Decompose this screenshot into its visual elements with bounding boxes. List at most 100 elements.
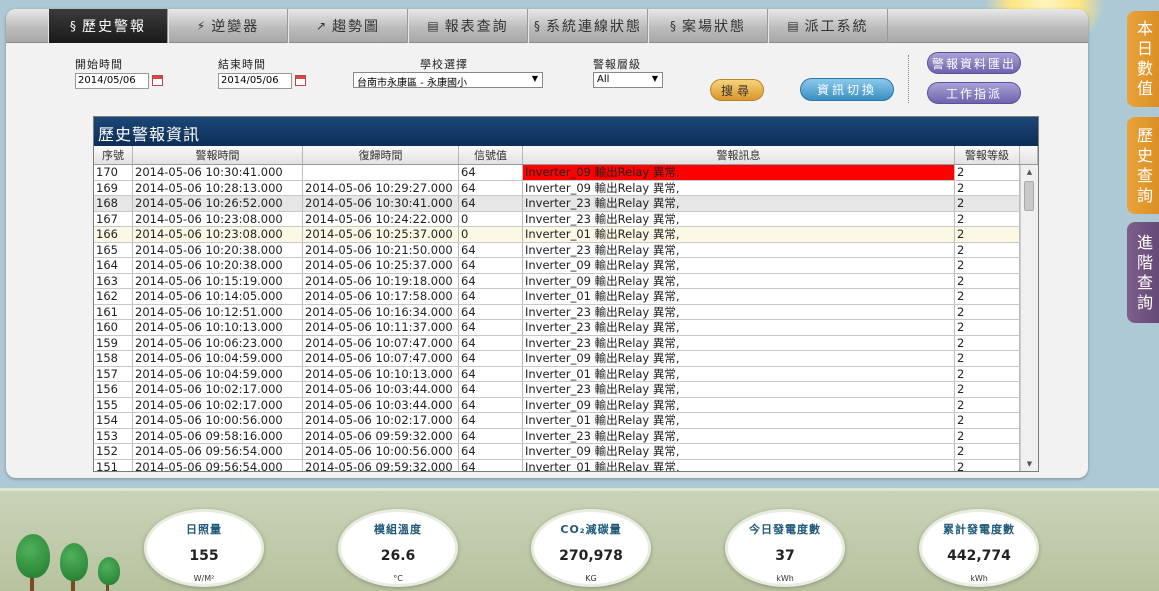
start-date-input[interactable]: 2014/05/06 (75, 73, 149, 89)
table-row[interactable]: 157 2014-05-06 10:04:59.000 2014-05-06 10:… (94, 366, 1021, 382)
table-cell: 159 (94, 335, 133, 350)
export-alarm-button[interactable]: 警報資料匯出 (927, 52, 1021, 74)
table-row[interactable]: 166 2014-05-06 10:23:08.000 2014-05-06 10:… (94, 227, 1021, 243)
table-cell: 2 (955, 335, 1020, 350)
trend-chart-icon: ↗ (315, 19, 329, 33)
alarm-level-value: All (597, 74, 610, 85)
side-tab-char: 詢 (1136, 292, 1153, 312)
table-cell: 2014-05-06 10:14:05.000 (133, 289, 303, 304)
side-tab-char: 日 (1136, 39, 1153, 58)
table-row[interactable]: 155 2014-05-06 10:02:17.000 2014-05-06 10:… (94, 397, 1021, 413)
table-row[interactable]: 162 2014-05-06 10:14:05.000 2014-05-06 10:… (94, 289, 1021, 305)
table-row[interactable]: 168 2014-05-06 10:26:52.000 2014-05-06 10:… (94, 196, 1021, 212)
table-row[interactable]: 160 2014-05-06 10:10:13.000 2014-05-06 10:… (94, 320, 1021, 336)
header-level[interactable]: 警報等級 (955, 146, 1020, 164)
table-cell: 156 (94, 382, 133, 397)
table-row[interactable]: 152 2014-05-06 09:56:54.000 2014-05-06 10:… (94, 444, 1021, 460)
scroll-up-icon[interactable]: ▲ (1021, 165, 1038, 179)
info-switch-button[interactable]: 資訊切換 (800, 78, 894, 101)
table-cell: 164 (94, 258, 133, 273)
table-cell: 168 (94, 196, 133, 211)
calendar-icon[interactable] (295, 75, 306, 86)
table-row[interactable]: 163 2014-05-06 10:15:19.000 2014-05-06 10:… (94, 273, 1021, 289)
side-tab-advanced-query[interactable]: 進 階 查 詢 (1127, 222, 1159, 323)
table-cell: 2 (955, 304, 1020, 319)
table-cell: 151 (94, 459, 133, 471)
table-cell: 64 (459, 289, 523, 304)
table-cell: 2014-05-06 10:02:17.000 (133, 382, 303, 397)
main-panel: § 歷史警報 ⚡ 逆變器 ↗ 趨勢圖 ▤ 報表查詢 § 系統連線狀態 § 案場狀… (6, 9, 1088, 478)
table-cell: Inverter_01 輸出Relay 異常, (523, 289, 955, 304)
tab-alarm-history[interactable]: § 歷史警報 (48, 9, 168, 43)
tab-trend[interactable]: ↗ 趨勢圖 (288, 9, 408, 43)
table-row[interactable]: 167 2014-05-06 10:23:08.000 2014-05-06 10:… (94, 211, 1021, 227)
table-row[interactable]: 159 2014-05-06 10:06:23.000 2014-05-06 10:… (94, 335, 1021, 351)
table-cell: 152 (94, 444, 133, 459)
search-button[interactable]: 搜尋 (710, 79, 764, 101)
table-row[interactable]: 156 2014-05-06 10:02:17.000 2014-05-06 10:… (94, 382, 1021, 398)
tab-inverter[interactable]: ⚡ 逆變器 (168, 9, 288, 43)
side-tab-today-values[interactable]: 本 日 數 值 (1127, 11, 1159, 107)
header-reset-time[interactable]: 復歸時間 (303, 146, 459, 164)
gauge-total-generation: 累計發電度數 442,774 kWh (919, 509, 1039, 587)
table-cell: Inverter_23 輸出Relay 異常, (523, 428, 955, 443)
table-cell: 2014-05-06 10:17:58.000 (303, 289, 459, 304)
calendar-icon[interactable] (152, 75, 163, 86)
table-cell: 2014-05-06 10:26:52.000 (133, 196, 303, 211)
gauge-value: 26.6 (380, 548, 416, 564)
table-cell: 2014-05-06 10:12:51.000 (133, 304, 303, 319)
tab-label: 逆變器 (211, 19, 260, 35)
table-cell: 2014-05-06 10:24:22.000 (303, 211, 459, 226)
dropdown-arrow-icon: ▼ (531, 74, 538, 83)
side-tab-char: 值 (1136, 79, 1153, 98)
alarm-level-label: 警報層級 (593, 58, 641, 71)
table-row[interactable]: 165 2014-05-06 10:20:38.000 2014-05-06 10:… (94, 242, 1021, 258)
table-cell: 2014-05-06 10:11:37.000 (303, 320, 459, 335)
table-row[interactable]: 161 2014-05-06 10:12:51.000 2014-05-06 10:… (94, 304, 1021, 320)
scroll-thumb[interactable] (1024, 181, 1034, 211)
table-cell: 162 (94, 289, 133, 304)
table-cell: 2 (955, 351, 1020, 366)
gauge-irradiance: 日照量 155 W/M² (144, 509, 264, 587)
side-tab-history-query[interactable]: 歷 史 查 詢 (1127, 117, 1159, 214)
table-cell: Inverter_09 輸出Relay 異常, (523, 180, 955, 195)
gauge-label: 模組溫度 (374, 523, 422, 536)
alarm-level-select[interactable]: All ▼ (593, 72, 663, 88)
table-cell: 0 (459, 211, 523, 226)
table-cell: Inverter_23 輸出Relay 異常, (523, 335, 955, 350)
work-assign-button[interactable]: 工作指派 (927, 82, 1021, 104)
table-cell: 2014-05-06 10:30:41.000 (303, 196, 459, 211)
table-cell: 161 (94, 304, 133, 319)
school-select[interactable]: 台南市永康區 - 永康國小 ▼ (353, 72, 543, 89)
table-cell: 154 (94, 413, 133, 428)
tab-connection-status[interactable]: § 系統連線狀態 (528, 9, 648, 43)
table-cell: Inverter_23 輸出Relay 異常, (523, 211, 955, 226)
table-cell: 64 (459, 242, 523, 257)
table-cell: 2 (955, 397, 1020, 412)
table-cell: 2014-05-06 10:00:56.000 (133, 413, 303, 428)
end-date-input[interactable]: 2014/05/06 (218, 73, 292, 89)
table-row[interactable]: 158 2014-05-06 10:04:59.000 2014-05-06 10:… (94, 351, 1021, 367)
table-cell: 2 (955, 227, 1020, 242)
tab-dispatch[interactable]: ▤ 派工系統 (768, 9, 888, 43)
table-row[interactable]: 154 2014-05-06 10:00:56.000 2014-05-06 10:… (94, 413, 1021, 429)
table-cell: Inverter_09 輸出Relay 異常, (523, 273, 955, 288)
tab-report[interactable]: ▤ 報表查詢 (408, 9, 528, 43)
table-row[interactable]: 164 2014-05-06 10:20:38.000 2014-05-06 10:… (94, 258, 1021, 274)
table-row[interactable]: 151 2014-05-06 09:56:54.000 2014-05-06 09:… (94, 459, 1021, 471)
scroll-down-icon[interactable]: ▼ (1021, 457, 1038, 471)
table-cell: 64 (459, 428, 523, 443)
header-alarm-time[interactable]: 警報時間 (133, 146, 303, 164)
header-index[interactable]: 序號 (94, 146, 133, 164)
table-cell: 64 (459, 196, 523, 211)
tab-site-status[interactable]: § 案場狀態 (648, 9, 768, 43)
header-signal[interactable]: 信號值 (459, 146, 523, 164)
table-cell: 2 (955, 165, 1020, 180)
table-row[interactable]: 153 2014-05-06 09:58:16.000 2014-05-06 09:… (94, 428, 1021, 444)
header-message[interactable]: 警報訊息 (523, 146, 955, 164)
table-row[interactable]: 169 2014-05-06 10:28:13.000 2014-05-06 10:… (94, 180, 1021, 196)
vertical-scrollbar[interactable]: ▲ ▼ (1020, 165, 1038, 471)
table-cell: 2014-05-06 10:25:37.000 (303, 227, 459, 242)
table-cell: 2 (955, 320, 1020, 335)
table-row[interactable]: 170 2014-05-06 10:30:41.000 64 Inverter_09 … (94, 165, 1021, 181)
